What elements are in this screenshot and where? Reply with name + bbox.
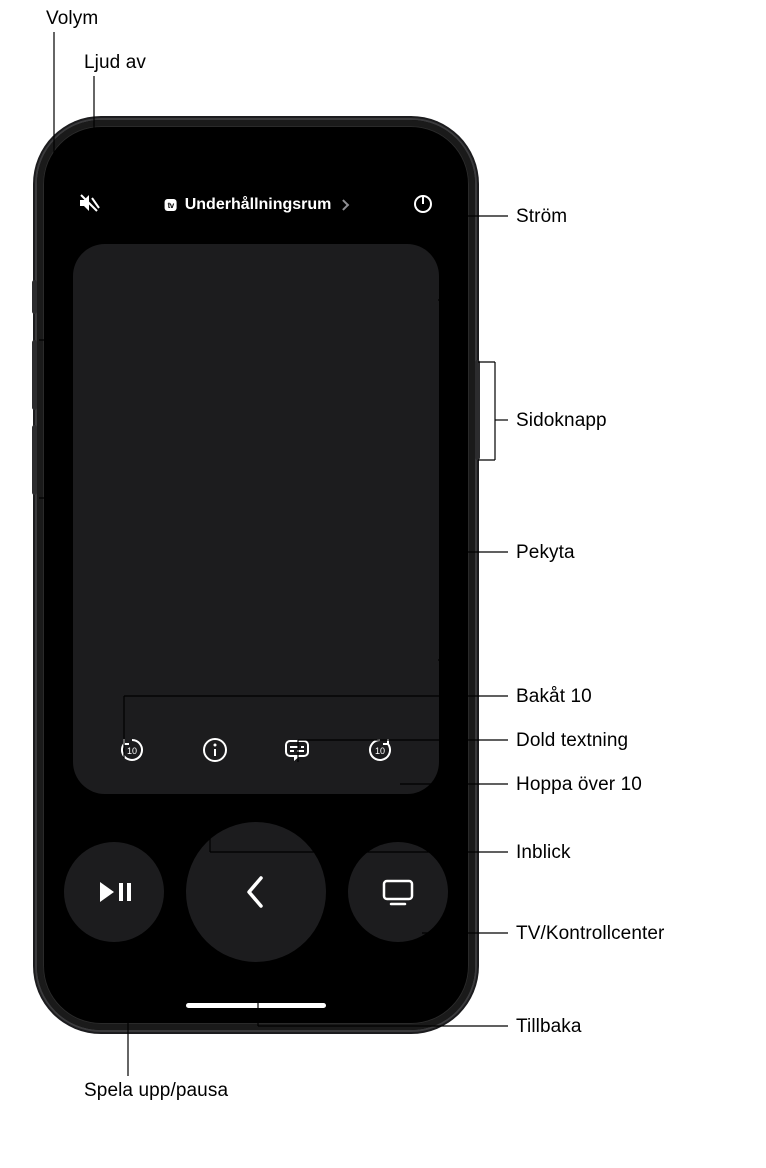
mute-icon <box>77 191 101 215</box>
power-icon <box>411 191 435 215</box>
label-insight: Inblick <box>516 842 571 864</box>
label-power: Ström <box>516 206 567 228</box>
power-button[interactable] <box>411 191 435 220</box>
info-icon <box>201 736 229 764</box>
label-mute: Ljud av <box>84 52 146 74</box>
tv-icon <box>379 877 417 907</box>
chevron-left-icon <box>241 872 271 912</box>
apple-tv-badge: tv <box>165 199 177 211</box>
label-side-button: Sidoknapp <box>516 410 607 432</box>
back-10-button[interactable]: 10 <box>112 730 152 770</box>
room-selector[interactable]: tv Underhållningsrum <box>165 196 348 214</box>
svg-text:10: 10 <box>127 746 137 756</box>
info-button[interactable] <box>195 730 235 770</box>
side-button-hardware[interactable] <box>475 360 480 460</box>
room-name-label: Underhållningsrum <box>185 196 332 214</box>
play-pause-button[interactable] <box>64 842 164 942</box>
back-button[interactable] <box>186 822 326 962</box>
captions-button[interactable] <box>277 730 317 770</box>
label-captions: Dold textning <box>516 730 628 752</box>
screen: tv Underhållningsrum <box>49 132 463 1018</box>
label-play-pause: Spela upp/pausa <box>84 1080 228 1102</box>
remote-header: tv Underhållningsrum <box>49 182 463 228</box>
label-back-10: Bakåt 10 <box>516 686 592 708</box>
mute-button[interactable] <box>77 191 101 220</box>
svg-text:10: 10 <box>375 746 385 756</box>
label-volume: Volym <box>46 8 98 30</box>
bottom-controls <box>49 812 463 972</box>
play-pause-icon <box>94 878 134 906</box>
label-skip-10: Hoppa över 10 <box>516 774 642 796</box>
home-indicator[interactable] <box>186 1003 326 1008</box>
tv-control-center-button[interactable] <box>348 842 448 942</box>
label-tv-cc: TV/Kontrollcenter <box>516 923 665 945</box>
volume-up-hardware[interactable] <box>32 340 37 410</box>
touch-surface[interactable]: 10 <box>73 244 439 794</box>
captions-icon <box>282 736 312 764</box>
forward-10-icon: 10 <box>365 735 395 765</box>
volume-down-hardware[interactable] <box>32 425 37 495</box>
iphone-frame: tv Underhållningsrum <box>37 120 475 1030</box>
surface-button-row: 10 <box>73 730 439 770</box>
label-back: Tillbaka <box>516 1016 582 1038</box>
forward-10-button[interactable]: 10 <box>360 730 400 770</box>
label-touch-surface: Pekyta <box>516 542 575 564</box>
silence-switch-hardware[interactable] <box>32 280 37 314</box>
back-10-icon: 10 <box>117 735 147 765</box>
chevron-right-icon <box>338 199 349 210</box>
